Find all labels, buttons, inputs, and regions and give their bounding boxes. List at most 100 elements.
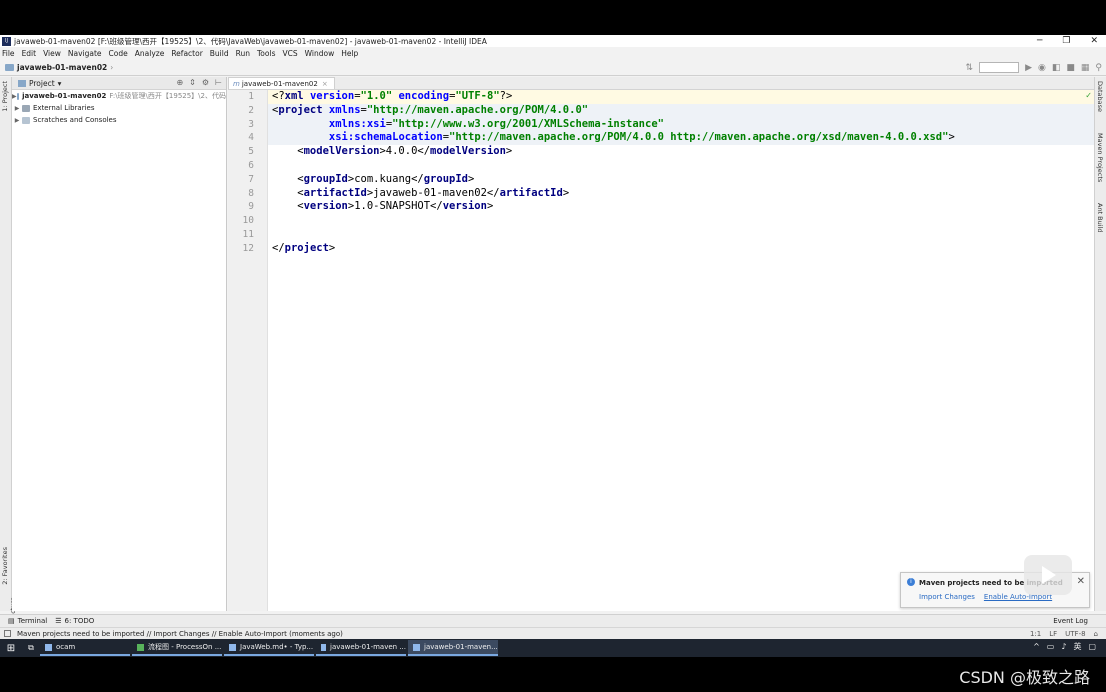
line-number: 11	[242, 228, 254, 240]
taskbar-item-ocam[interactable]: ocam	[40, 640, 130, 656]
taskbar-label: 流程图 - ProcessOn ...	[148, 643, 222, 651]
run-icon[interactable]: ▶	[1025, 63, 1032, 73]
code-line[interactable]: 6	[248, 159, 1094, 173]
project-panel-header: Project ▾ ⊕ ⇕ ⚙ ⊢	[12, 77, 226, 90]
chevron-right-icon[interactable]: ▶	[12, 93, 17, 100]
tab-pom-file[interactable]: m javaweb-01-maven02 ×	[228, 77, 335, 89]
chevron-right-icon[interactable]: ▶	[12, 117, 22, 124]
tab-todo[interactable]: 6: TODO	[65, 617, 95, 625]
app-icon	[45, 643, 52, 651]
run-configuration-select[interactable]	[979, 62, 1020, 73]
code-token: <?	[272, 90, 285, 102]
minimize-icon[interactable]: ─	[1037, 35, 1042, 47]
chevron-up-icon[interactable]: ^	[1033, 642, 1040, 651]
chevron-down-icon[interactable]: ▾	[58, 79, 62, 88]
menu-item-tools[interactable]: Tools	[257, 49, 275, 58]
volume-icon[interactable]: ♪	[1061, 642, 1066, 651]
menu-item-view[interactable]: View	[43, 49, 61, 58]
menu-item-help[interactable]: Help	[341, 49, 358, 58]
notification-center-icon[interactable]: ▢	[1088, 642, 1096, 651]
tab-favorites[interactable]: 2: Favorites	[1, 547, 9, 585]
taskbar-item-idea-2[interactable]: javaweb-01-maven...	[408, 640, 498, 656]
ide-window: IJ javaweb-01-maven02 [F:\班级管理\西开【19525】…	[0, 35, 1106, 657]
menu-item-navigate[interactable]: Navigate	[68, 49, 102, 58]
coverage-icon[interactable]: ◧	[1052, 63, 1061, 73]
menu-item-code[interactable]: Code	[109, 49, 128, 58]
status-message[interactable]: Maven projects need to be imported // Im…	[17, 630, 343, 638]
taskbar-label: JavaWeb.md• - Typ...	[240, 643, 314, 651]
build-icon[interactable]: ⇅	[966, 63, 974, 73]
code-line[interactable]: 7 <groupId>com.kuang</groupId>	[248, 173, 1094, 187]
tree-item-scratches[interactable]: ▶ Scratches and Consoles	[12, 114, 226, 126]
taskbar-item-idea-1[interactable]: javaweb-01-maven ...	[316, 640, 406, 656]
video-play-button[interactable]	[1024, 555, 1072, 595]
line-number: 2	[248, 104, 254, 116]
code-line[interactable]: 9 <version>1.0-SNAPSHOT</version>	[248, 200, 1094, 214]
tab-ant-build[interactable]: Ant Build	[1096, 203, 1104, 233]
tab-terminal[interactable]: Terminal	[18, 617, 48, 625]
search-icon[interactable]: ⚲	[1095, 63, 1102, 73]
code-token: "http://maven.apache.org/POM/4.0.0"	[366, 103, 589, 116]
input-method[interactable]: 英	[1073, 641, 1081, 652]
menu-item-vcs[interactable]: VCS	[282, 49, 297, 58]
lock-icon[interactable]: ⌂	[1094, 630, 1098, 638]
code-line[interactable]: 5 <modelVersion>4.0.0</modelVersion>	[248, 145, 1094, 159]
menu-bar: File Edit View Navigate Code Analyze Refactor B…	[0, 47, 1106, 60]
menu-item-window[interactable]: Window	[305, 49, 335, 58]
code-line[interactable]: 12 </project>	[243, 241, 1094, 256]
code-token: project	[284, 241, 329, 254]
code-area[interactable]: 1 <?xml version="1.0" encoding="UTF-8"?> 2…	[243, 90, 1094, 611]
menu-item-refactor[interactable]: Refactor	[171, 49, 202, 58]
tool-windows-icon[interactable]	[4, 630, 11, 637]
project-panel-title[interactable]: Project	[29, 79, 55, 88]
tab-maven-projects[interactable]: Maven Projects	[1096, 133, 1104, 182]
breadcrumb[interactable]: javaweb-01-maven02 ›	[0, 63, 113, 72]
code-line[interactable]: 4 xsi:schemaLocation="http://maven.apach…	[248, 131, 1094, 146]
status-right: 1:1 LF UTF-8 ⌂	[1030, 630, 1098, 638]
menu-item-run[interactable]: Run	[236, 49, 250, 58]
menu-item-analyze[interactable]: Analyze	[135, 49, 165, 58]
network-icon[interactable]: ▭	[1047, 642, 1055, 651]
close-icon[interactable]: ✕	[1077, 576, 1085, 587]
code-line[interactable]: 10	[243, 214, 1094, 228]
tree-item-external-libraries[interactable]: ▶ External Libraries	[12, 102, 226, 114]
stop-icon[interactable]: ■	[1066, 63, 1075, 73]
tab-database[interactable]: Database	[1096, 81, 1104, 112]
code-token: "http://www.w3.org/2001/XMLSchema-instan…	[392, 117, 664, 130]
taskbar-item-typora[interactable]: JavaWeb.md• - Typ...	[224, 640, 314, 656]
gear-icon[interactable]: ⚙	[202, 78, 209, 87]
close-tab-icon[interactable]: ×	[322, 80, 328, 88]
taskbar-item-processon[interactable]: 流程图 - ProcessOn ...	[132, 640, 222, 656]
window-controls: ─ ❐ ✕	[1037, 35, 1098, 47]
code-line[interactable]: 1 <?xml version="1.0" encoding="UTF-8"?>	[248, 90, 1094, 104]
chevron-right-icon[interactable]: ▶	[12, 105, 22, 112]
code-line[interactable]: 11	[243, 228, 1094, 242]
project-structure-icon[interactable]: ▦	[1081, 63, 1090, 73]
code-line[interactable]: 2 <project xmlns="http://maven.apache.org…	[248, 103, 1094, 118]
windows-start-icon[interactable]: ⊞	[0, 643, 22, 654]
tab-project[interactable]: 1: Project	[1, 81, 9, 112]
code-line[interactable]: 8 <artifactId>javaweb-01-maven02</artifa…	[248, 187, 1094, 201]
caret-position[interactable]: 1:1	[1030, 630, 1041, 638]
restore-icon[interactable]: ❐	[1062, 35, 1070, 47]
left-tool-strip: 1: Project 2: Favorites Z: Structure	[0, 77, 17, 627]
collapse-icon[interactable]: ⇕	[189, 78, 196, 87]
import-changes-link[interactable]: Import Changes	[919, 593, 975, 601]
debug-icon[interactable]: ◉	[1038, 63, 1046, 73]
event-log-button[interactable]: Event Log	[1053, 617, 1088, 625]
sync-icon[interactable]: ⊕	[176, 78, 183, 87]
code-token: ?>	[499, 90, 513, 102]
intellij-icon: IJ	[2, 36, 11, 46]
menu-item-file[interactable]: File	[2, 49, 15, 58]
tree-item-project-root[interactable]: ▶ javaweb-01-maven02 F:\班级管理\西开【19525】\2…	[12, 90, 226, 102]
file-encoding[interactable]: UTF-8	[1065, 630, 1085, 638]
hide-icon[interactable]: ⊢	[215, 78, 222, 87]
code-token: project	[278, 103, 329, 116]
code-line[interactable]: 3 xmlns:xsi="http://www.w3.org/2001/XMLS…	[248, 117, 1094, 132]
line-separator[interactable]: LF	[1049, 630, 1057, 638]
menu-item-edit[interactable]: Edit	[22, 49, 37, 58]
menu-item-build[interactable]: Build	[210, 49, 229, 58]
task-view-icon[interactable]: ⧉	[22, 643, 40, 653]
line-number: 12	[242, 242, 254, 254]
close-icon[interactable]: ✕	[1090, 35, 1098, 47]
